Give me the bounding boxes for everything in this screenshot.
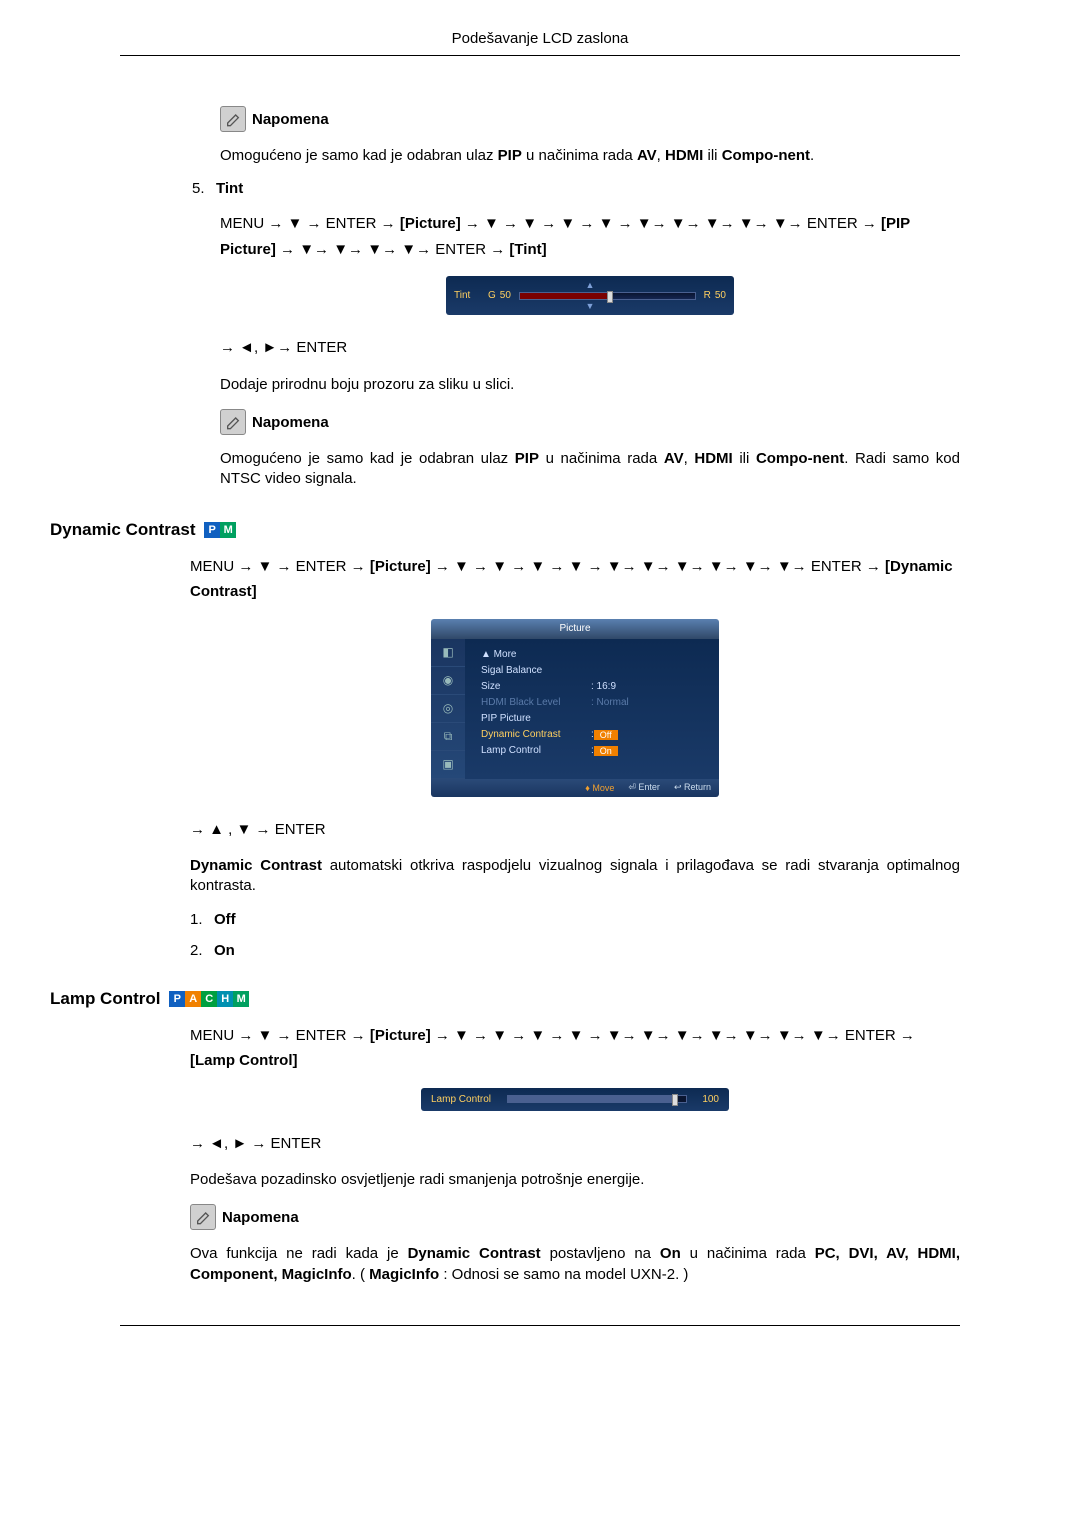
lamp-p2: Ova funkcija ne radi kada je Dynamic Con… xyxy=(190,1244,960,1285)
note-label: Napomena xyxy=(252,111,329,128)
sec1-p2: Dodaje prirodnu boju prozoru za sliku u … xyxy=(220,375,960,395)
dyn-p1: Dynamic Contrast automatski otkriva rasp… xyxy=(190,856,960,897)
note-label: Napomena xyxy=(222,1209,299,1226)
heading-lamp-control: Lamp Control P A C H M xyxy=(50,989,960,1009)
osd-item: Lamp Control: On xyxy=(481,743,719,759)
note-icon xyxy=(220,409,246,435)
tint-nav2: → ◄, ►→ ENTER xyxy=(220,335,960,361)
divider-top xyxy=(120,55,960,56)
osd-side-icon: ◉ xyxy=(431,667,465,695)
item-off: Off xyxy=(214,911,236,928)
osd-side-icon: ⧉ xyxy=(431,723,465,751)
heading-dynamic-contrast: Dynamic Contrast P M xyxy=(50,520,960,540)
sec1-p3: Omogućeno je samo kad je odabran ulaz PI… xyxy=(220,449,960,490)
note-icon xyxy=(190,1204,216,1230)
badge-m-icon: M xyxy=(233,991,249,1007)
badge-p-icon: P xyxy=(204,522,220,538)
osd-side-icon: ◎ xyxy=(431,695,465,723)
badge-p-icon: P xyxy=(169,991,185,1007)
osd-side-icon: ▣ xyxy=(431,751,465,779)
page-header: Podešavanje LCD zaslona xyxy=(120,0,960,55)
osd-side-icon: ◧ xyxy=(431,639,465,667)
note-label: Napomena xyxy=(252,414,329,431)
lamp-nav2: → ◄, ► → ENTER xyxy=(190,1131,960,1157)
note-icon xyxy=(220,106,246,132)
badge-m-icon: M xyxy=(220,522,236,538)
osd-item: PIP Picture xyxy=(481,711,719,727)
badge-c-icon: C xyxy=(201,991,217,1007)
badge-h-icon: H xyxy=(217,991,233,1007)
tint-nav: MENU → ▼ → ENTER → [Picture] → ▼ → ▼ → ▼… xyxy=(220,211,960,262)
osd-lamp-control: Lamp Control 100 xyxy=(421,1088,729,1111)
osd-item: Dynamic Contrast: Off xyxy=(481,727,719,743)
lamp-nav: MENU → ▼ → ENTER → [Picture] → ▼ → ▼ → ▼… xyxy=(190,1023,960,1074)
osd-picture-menu: Picture ◧ ◉ ◎ ⧉ ▣ ▲ MoreSigal BalanceSiz… xyxy=(431,619,719,797)
badge-a-icon: A xyxy=(185,991,201,1007)
osd-item: Size: 16:9 xyxy=(481,679,719,695)
osd-item: Sigal Balance xyxy=(481,663,719,679)
item-on: On xyxy=(214,942,235,959)
divider-bottom xyxy=(120,1325,960,1326)
lamp-p1: Podešava pozadinsko osvjetljenje radi sm… xyxy=(190,1170,960,1190)
item-tint: Tint xyxy=(216,180,243,197)
osd-tint: ▲ Tint G 50 R 50 ▼ xyxy=(446,276,734,315)
dyn-nav: MENU → ▼ → ENTER → [Picture] → ▼ → ▼ → ▼… xyxy=(190,554,960,605)
osd-item: HDMI Black Level: Normal xyxy=(481,695,719,711)
osd-item: ▲ More xyxy=(481,647,719,663)
list-num-5: 5. xyxy=(192,180,216,197)
sec1-p1: Omogućeno je samo kad je odabran ulaz PI… xyxy=(220,146,960,166)
dyn-nav2: → ▲ , ▼ → ENTER xyxy=(190,817,960,843)
